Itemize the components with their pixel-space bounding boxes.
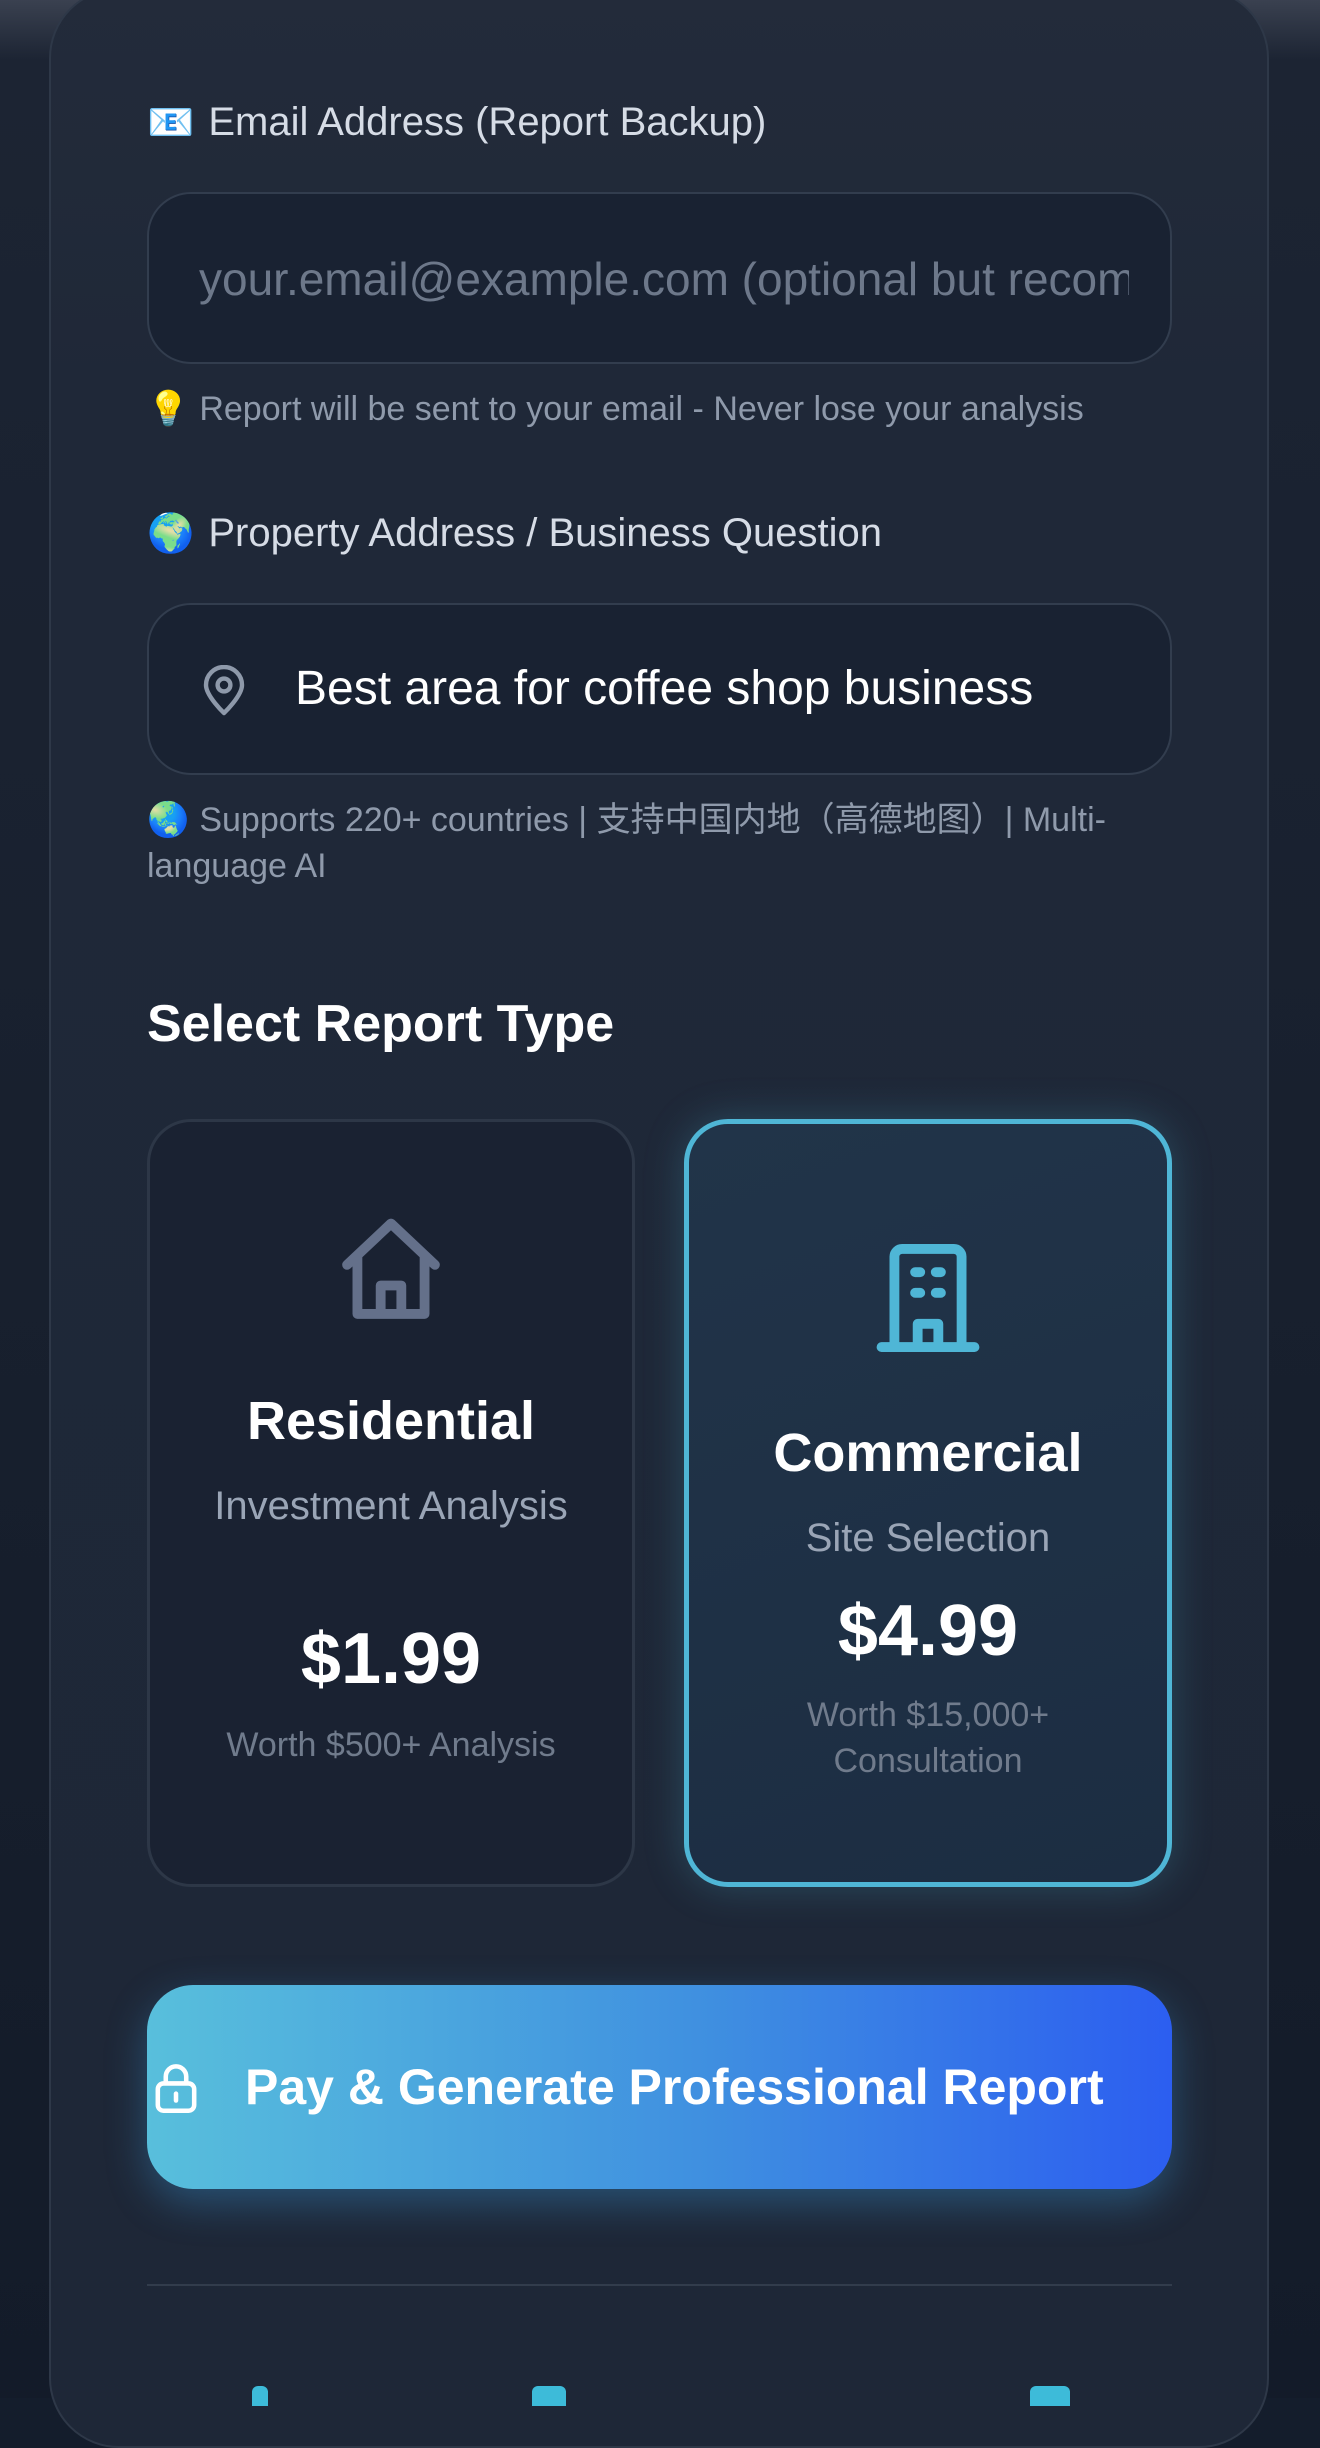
email-emoji-icon: 📧 bbox=[147, 100, 195, 144]
pay-generate-button[interactable]: Pay & Generate Professional Report bbox=[147, 1985, 1172, 2189]
residential-title: Residential bbox=[246, 1391, 536, 1451]
email-label-text: Email Address (Report Backup) bbox=[208, 100, 767, 144]
lightbulb-icon: 💡 bbox=[147, 389, 190, 429]
address-input[interactable]: Best area for coffee shop business bbox=[147, 603, 1172, 775]
report-option-commercial[interactable]: Commercial Site Selection $4.99 Worth $1… bbox=[684, 1119, 1172, 1887]
building-icon bbox=[876, 1244, 980, 1352]
section-divider bbox=[147, 2284, 1172, 2286]
residential-price: $1.99 bbox=[300, 1619, 482, 1699]
commercial-subtitle: Site Selection bbox=[805, 1516, 1051, 1560]
commercial-title: Commercial bbox=[773, 1423, 1083, 1483]
commercial-price: $4.99 bbox=[837, 1591, 1019, 1671]
address-hint: 🌏 Supports 220+ countries | 支持中国内地（高德地图）|… bbox=[147, 797, 1177, 889]
email-field-container bbox=[147, 192, 1172, 364]
report-option-residential[interactable]: Residential Investment Analysis $1.99 Wo… bbox=[147, 1119, 635, 1887]
residential-worth: Worth $500+ Analysis bbox=[226, 1726, 556, 1764]
feature-icon-peek-2 bbox=[532, 2386, 566, 2406]
address-label: 🌍 Property Address / Business Question bbox=[147, 511, 882, 556]
globe-asia-icon: 🌏 bbox=[147, 800, 190, 840]
address-hint-text: Supports 220+ countries | 支持中国内地（高德地图）| … bbox=[147, 801, 1106, 885]
feature-icon-peek-1 bbox=[252, 2386, 268, 2406]
email-label: 📧 Email Address (Report Backup) bbox=[147, 100, 766, 145]
globe-emoji-icon: 🌍 bbox=[147, 511, 195, 555]
address-value: Best area for coffee shop business bbox=[295, 662, 1034, 715]
lock-icon bbox=[155, 2064, 197, 2113]
address-label-text: Property Address / Business Question bbox=[208, 511, 882, 555]
house-icon bbox=[342, 1218, 440, 1319]
report-type-title: Select Report Type bbox=[147, 995, 615, 1053]
feature-icon-peek-3 bbox=[1030, 2386, 1070, 2406]
email-hint-text: Report will be sent to your email - Neve… bbox=[199, 390, 1084, 428]
email-input[interactable] bbox=[197, 194, 1131, 364]
map-pin-icon bbox=[203, 665, 245, 716]
residential-subtitle: Investment Analysis bbox=[214, 1484, 568, 1528]
pay-button-label: Pay & Generate Professional Report bbox=[245, 2059, 1104, 2115]
commercial-worth: Worth $15,000+ Consultation bbox=[806, 1696, 1050, 1780]
email-hint: 💡 Report will be sent to your email - Nev… bbox=[147, 386, 1084, 432]
